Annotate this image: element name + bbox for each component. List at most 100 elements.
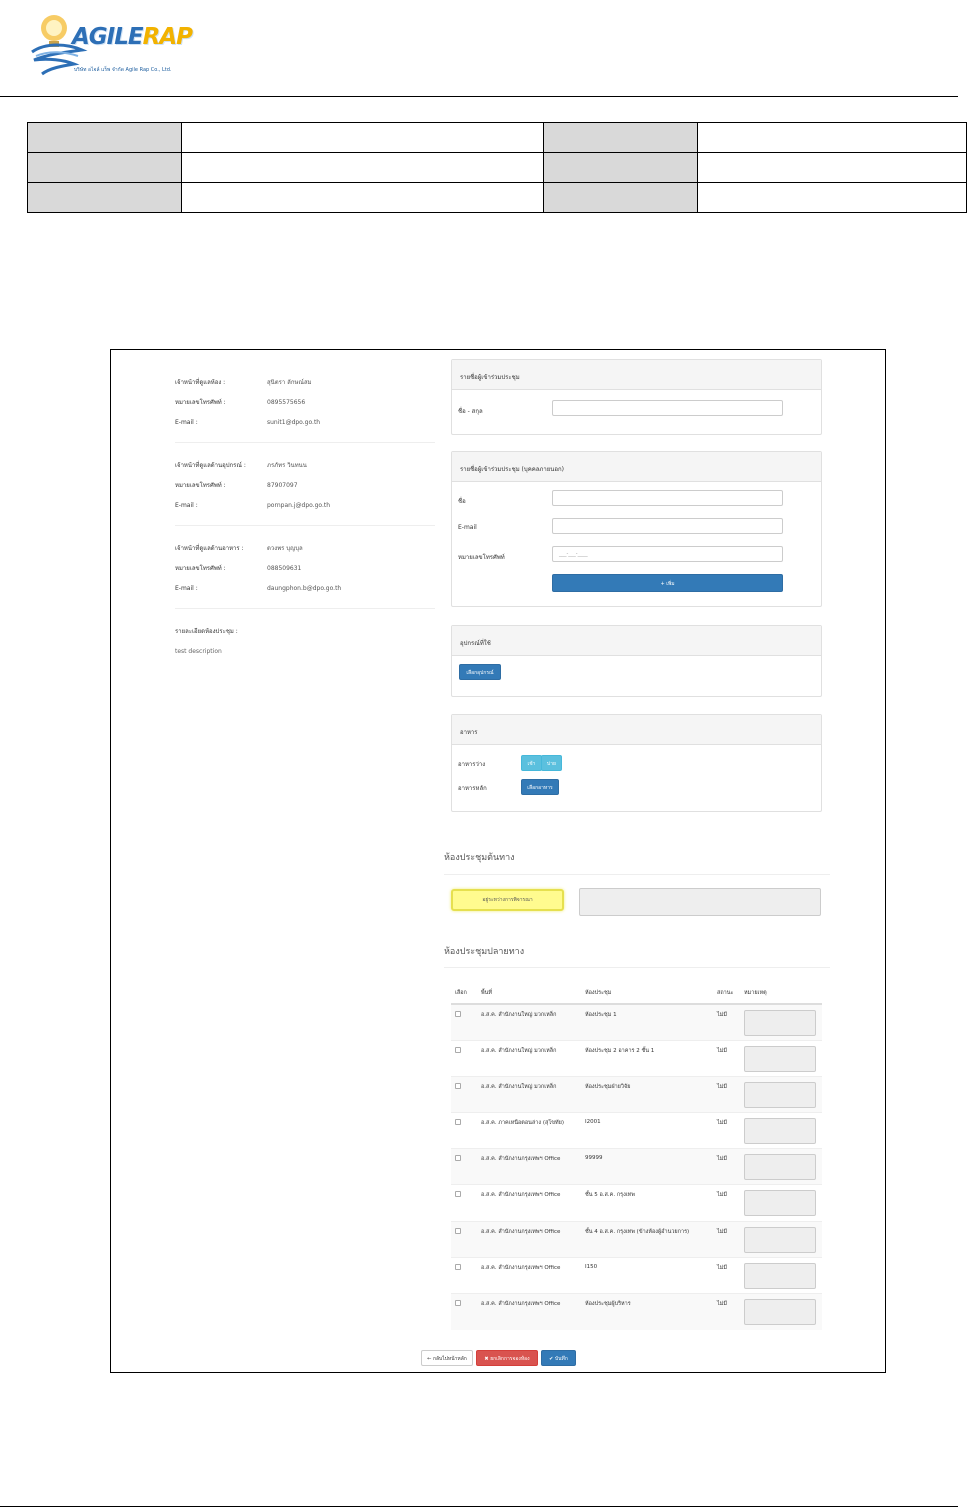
col-select: เลือก (451, 982, 477, 1005)
room-officer-label: เจ้าหน้าที่ดูแลห้อง : (175, 379, 226, 386)
row-checkbox[interactable] (455, 1155, 461, 1162)
row-note-textarea[interactable] (744, 1226, 816, 1253)
snack-morning-button[interactable]: เช้า (521, 755, 542, 771)
participants-panel: รายชื่อผู้เข้าร่วมประชุม ชื่อ - สกุล (451, 359, 822, 435)
document-meta-table (27, 122, 967, 213)
row-room: ชั้น 5 อ.ส.ค. กรุงเทพ (581, 1184, 713, 1222)
destination-room-title: ห้องประชุมปลายทาง (444, 947, 525, 957)
row-status: ไม่มี (713, 1148, 740, 1185)
company-logo: AGILERAP บริษัท อไจล์ แร็พ จำกัด Agile R… (28, 8, 193, 84)
equip-phone: 87907097 (267, 481, 298, 489)
equip-email: pornpan.j@dpo.go.th (267, 501, 331, 509)
external-phone-input[interactable]: ___-___-____ (552, 546, 783, 562)
row-checkbox[interactable] (455, 1119, 461, 1126)
row-note-textarea[interactable] (744, 1299, 816, 1325)
row-room: I2001 (581, 1112, 713, 1149)
room-officer-info: เจ้าหน้าที่ดูแลห้อง : สุนิตรา ลักษณ์สม หม… (175, 372, 435, 661)
row-note-textarea[interactable] (744, 1262, 816, 1289)
row-area: อ.ส.ค. สำนักงานกรุงเทพฯ Office (477, 1256, 581, 1294)
col-note: หมายเหตุ (740, 982, 822, 1005)
header-rule (0, 96, 958, 97)
room-phone: 0895575656 (267, 398, 306, 406)
row-status: ไม่มี (713, 1184, 740, 1222)
save-button[interactable]: ✔ บันทึก (541, 1350, 576, 1366)
row-area: อ.ส.ค. สำนักงานใหญ่ มวกเหล็ก (477, 1075, 581, 1113)
select-food-button[interactable]: เลือกอาหาร (521, 779, 559, 795)
participant-name-input[interactable] (552, 400, 783, 416)
room-officer-name: สุนิตรา ลักษณ์สม (267, 379, 312, 386)
row-status: ไม่มี (713, 1256, 740, 1294)
table-row: อ.ส.ค. สำนักงานใหญ่ มวกเหล็ก ห้องประชุม … (451, 1039, 822, 1077)
row-status: ไม่มี (713, 1292, 740, 1330)
food-panel: อาหาร อาหารว่าง เช้า บ่าย อาหารหลัก เลือ… (451, 714, 822, 812)
row-room: ห้องประชุมฝ่ายวิจัย (581, 1075, 713, 1113)
row-status: ไม่มี (713, 1003, 740, 1041)
equip-email-label: E-mail : (175, 501, 198, 509)
row-area: อ.ส.ค. สำนักงานใหญ่ มวกเหล็ก (477, 1003, 581, 1041)
snack-afternoon-button[interactable]: บ่าย (541, 755, 562, 771)
select-equipment-button[interactable]: เลือกอุปกรณ์ (459, 664, 501, 680)
cancel-booking-button[interactable]: ✖ ยกเลิกการจองห้อง (476, 1350, 538, 1366)
col-area: พื้นที่ (477, 982, 581, 1005)
arrow-left-icon: ← (427, 1356, 432, 1362)
row-area: อ.ส.ค. สำนักงานกรุงเทพฯ Office (477, 1184, 581, 1222)
external-email-label: E-mail (458, 524, 477, 531)
row-area: อ.ส.ค. สำนักงานกรุงเทพฯ Office (477, 1220, 581, 1258)
external-name-input[interactable] (552, 490, 783, 506)
row-note-textarea[interactable] (744, 1190, 816, 1217)
table-row: อ.ส.ค. สำนักงานกรุงเทพฯ Office 99999 ไม่… (451, 1148, 822, 1185)
add-participant-button[interactable]: + เพิ่ม (552, 574, 783, 592)
food-phone-label: หมายเลขโทรศัพท์ : (175, 565, 226, 572)
table-row: อ.ส.ค. สำนักงานกรุงเทพฯ Office ห้องประชุ… (451, 1292, 822, 1330)
origin-note-textarea[interactable] (579, 888, 821, 916)
row-note-textarea[interactable] (744, 1118, 816, 1145)
equip-officer-label: เจ้าหน้าที่ดูแลด้านอุปกรณ์ : (175, 462, 246, 469)
table-row: อ.ส.ค. สำนักงานกรุงเทพฯ Office ชั้น 5 อ.… (451, 1184, 822, 1222)
row-checkbox[interactable] (455, 1263, 461, 1270)
row-checkbox[interactable] (455, 1300, 461, 1306)
equip-phone-label: หมายเลขโทรศัพท์ : (175, 482, 226, 489)
row-checkbox[interactable] (455, 1191, 461, 1198)
close-icon: ✖ (484, 1356, 489, 1362)
col-status: สถานะ (713, 982, 740, 1005)
cancel-label: ยกเลิกการจองห้อง (490, 1356, 530, 1362)
participant-name-label: ชื่อ - สกุล (458, 408, 483, 415)
row-room: I150 (581, 1256, 713, 1294)
snack-label: อาหารว่าง (458, 761, 486, 768)
booking-screenshot: เจ้าหน้าที่ดูแลห้อง : สุนิตรา ลักษณ์สม หม… (110, 349, 886, 1373)
row-status: ไม่มี (713, 1112, 740, 1149)
row-note-textarea[interactable] (744, 1154, 816, 1181)
row-checkbox[interactable] (455, 1011, 461, 1017)
table-row: อ.ส.ค. สำนักงานกรุงเทพฯ Office I150 ไม่ม… (451, 1256, 822, 1294)
food-officer-label: เจ้าหน้าที่ดูแลด้านอาหาร : (175, 545, 244, 552)
row-note-textarea[interactable] (744, 1081, 816, 1108)
row-note-textarea[interactable] (744, 1045, 816, 1072)
equip-officer-name: ภรภัทร วินทนน (267, 462, 307, 469)
logo-name: AGILE (72, 24, 144, 50)
row-checkbox[interactable] (455, 1227, 461, 1234)
check-icon: ✔ (549, 1356, 554, 1362)
back-button[interactable]: ← กลับไปหน้าหลัก (421, 1350, 473, 1366)
save-label: บันทึก (554, 1356, 568, 1362)
food-officer-name: ดวงพร บุญบุล (267, 545, 303, 552)
external-email-input[interactable] (552, 518, 783, 534)
row-area: อ.ส.ค. สำนักงานใหญ่ มวกเหล็ก (477, 1039, 581, 1077)
row-note-textarea[interactable] (744, 1010, 816, 1036)
row-checkbox[interactable] (455, 1082, 461, 1089)
logo-name-accent: RAP (142, 24, 193, 50)
room-phone-label: หมายเลขโทรศัพท์ : (175, 399, 226, 406)
food-email-label: E-mail : (175, 584, 198, 592)
row-area: อ.ส.ค. สำนักงานกรุงเทพฯ Office (477, 1292, 581, 1330)
room-email: sunit1@dpo.go.th (267, 418, 321, 426)
footer-rule (0, 1506, 958, 1507)
main-meal-label: อาหารหลัก (458, 785, 487, 792)
origin-divider (444, 874, 830, 875)
destination-divider (444, 967, 830, 968)
row-checkbox[interactable] (455, 1046, 461, 1053)
row-status: ไม่มี (713, 1220, 740, 1258)
origin-room-title: ห้องประชุมต้นทาง (444, 853, 515, 863)
table-row: อ.ส.ค. ภาคเหนือตอนล่าง (สุโขทัย) I2001 ไ… (451, 1112, 822, 1149)
row-room: ห้องประชุมผู้บริหาร (581, 1292, 713, 1330)
origin-status-badge: อยู่ระหว่างการพิจารณา (451, 889, 564, 911)
food-email: daungphon.b@dpo.go.th (267, 584, 342, 592)
